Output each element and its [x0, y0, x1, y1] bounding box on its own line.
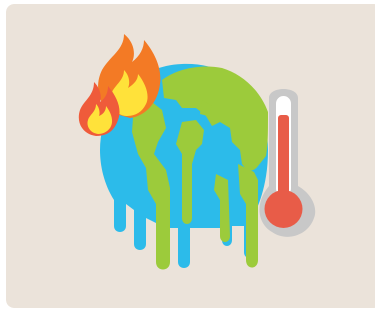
- illustration-card: [6, 4, 375, 308]
- global-warming-illustration: [6, 4, 375, 308]
- thermometer-mercury: [278, 115, 289, 200]
- thermometer-bulb: [264, 190, 303, 228]
